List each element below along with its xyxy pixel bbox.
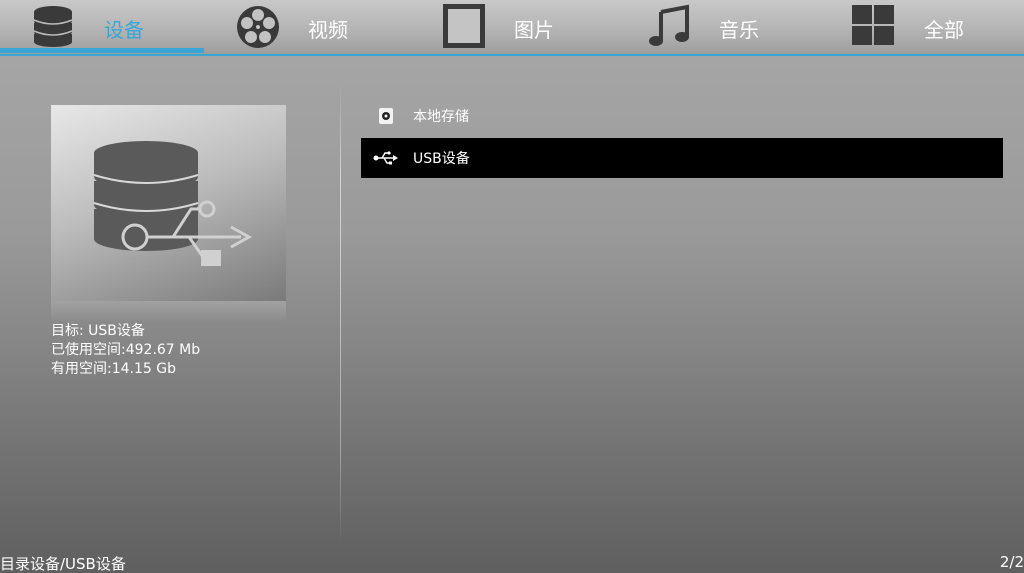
device-preview [51, 105, 286, 301]
used-space-label: 已使用空间:492.67 Mb [51, 342, 201, 358]
list-item-usb-device[interactable]: USB设备 [361, 138, 1003, 178]
page-indicator: 2/2 [999, 553, 1024, 571]
device-info: 目标: USB设备 已使用空间:492.67 Mb 有用空间:14.15 Gb [51, 322, 200, 379]
active-tab-indicator [0, 48, 204, 53]
picture-frame-icon [443, 4, 485, 48]
local-storage-icon [361, 107, 411, 125]
tab-pictures[interactable]: 图片 [410, 0, 615, 54]
tab-music-label: 音乐 [719, 18, 759, 42]
list-item-label: 本地存储 [413, 109, 469, 125]
tab-music[interactable]: 音乐 [615, 0, 820, 54]
tab-pictures-label: 图片 [514, 18, 554, 42]
current-path: 目录设备/USB设备 [0, 555, 126, 573]
grid-icon [852, 5, 894, 45]
panel-divider [340, 84, 341, 544]
usb-storage-icon [93, 141, 253, 266]
top-nav-bar: 设备 视频 图片 音乐 全部 [0, 0, 1024, 56]
tab-all[interactable]: 全部 [820, 0, 1024, 54]
tab-devices-label: 设备 [104, 18, 144, 42]
target-label: 目标: USB设备 [51, 323, 145, 339]
tab-devices[interactable]: 设备 [0, 0, 204, 54]
usb-icon [361, 151, 411, 165]
tab-all-label: 全部 [924, 18, 964, 42]
list-item-local-storage[interactable]: 本地存储 [361, 97, 1003, 135]
list-item-label: USB设备 [413, 151, 470, 167]
free-space-label: 有用空间:14.15 Gb [51, 361, 176, 377]
tab-video[interactable]: 视频 [205, 0, 410, 54]
music-note-icon [649, 4, 689, 46]
database-icon [33, 6, 73, 47]
preview-reflection [51, 301, 286, 323]
tab-video-label: 视频 [308, 18, 348, 42]
film-reel-icon [237, 6, 279, 48]
